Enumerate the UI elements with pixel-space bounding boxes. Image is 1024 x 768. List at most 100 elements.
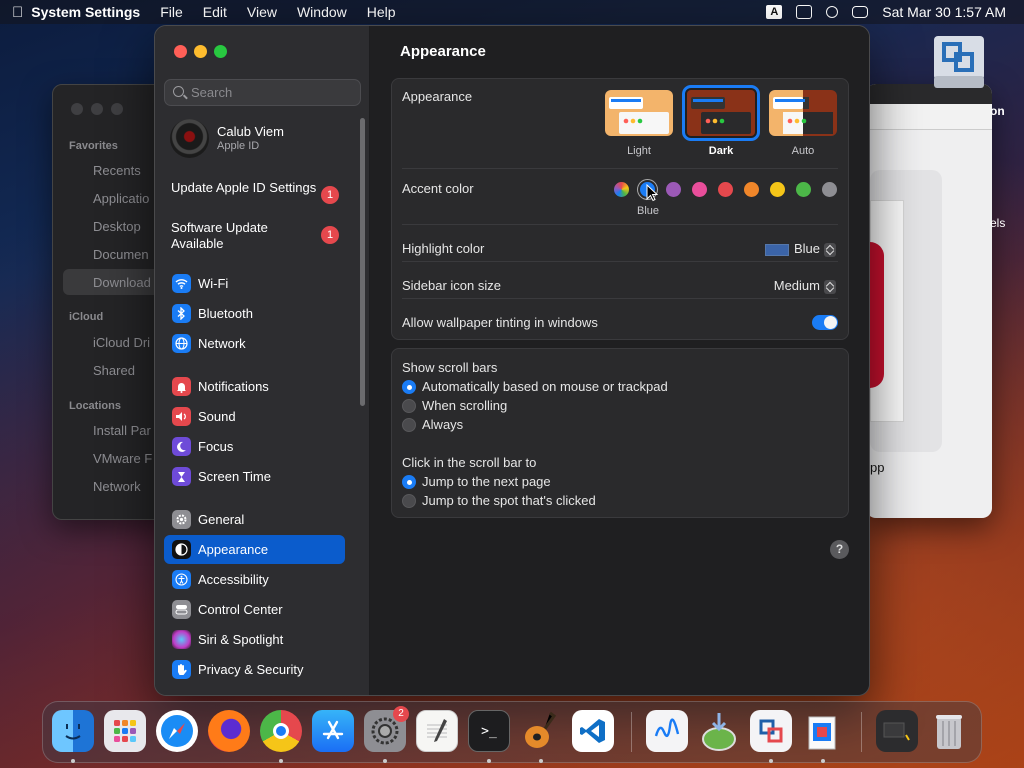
vmware-fusion-icon[interactable] [750, 710, 792, 752]
notice-badge: 1 [321, 186, 339, 204]
finder-item-icloud-drive[interactable]: iCloud Dri [93, 335, 150, 350]
sidebar-item-accessibility[interactable]: Accessibility [164, 565, 345, 594]
vmware-disk-icon[interactable] [932, 34, 986, 90]
downloads-stack-icon[interactable] [876, 710, 918, 752]
finder-close-button[interactable] [71, 103, 83, 115]
sidebar-icon-size-popup[interactable]: Medium [774, 278, 836, 294]
zoom-button[interactable] [214, 45, 227, 58]
spotlight-icon[interactable] [826, 6, 839, 18]
menu-help[interactable]: Help [367, 4, 396, 20]
sidebar-item-sound[interactable]: Sound [164, 402, 345, 431]
globe-icon [172, 334, 191, 353]
finder-item-downloads[interactable]: Download [93, 275, 151, 290]
finder-item-documents[interactable]: Documen [93, 247, 149, 262]
macos-installer-icon[interactable] [698, 710, 740, 752]
scroll-when-scrolling-radio[interactable] [402, 399, 416, 413]
scroll-auto-label[interactable]: Automatically based on mouse or trackpad [422, 379, 668, 394]
wifi-icon [172, 274, 191, 293]
scroll-auto-radio[interactable] [402, 380, 416, 394]
sidebar-item-general[interactable]: General [164, 505, 345, 534]
updown-chevron-icon [824, 242, 836, 257]
menu-file[interactable]: File [160, 4, 183, 20]
sidebar-scrollbar[interactable] [360, 118, 365, 406]
finder-item-desktop[interactable]: Desktop [93, 219, 141, 234]
sidebar-item-control-center[interactable]: Control Center [164, 595, 345, 624]
highlight-color-popup[interactable]: Blue [764, 241, 836, 257]
sidebar-item-wifi[interactable]: Wi-Fi [164, 269, 345, 298]
menubar-clock[interactable]: Sat Mar 30 1:57 AM [882, 4, 1006, 20]
control-center-icon[interactable] [852, 6, 869, 18]
jump-next-page-label[interactable]: Jump to the next page [422, 474, 551, 489]
appearance-auto-option[interactable] [769, 90, 837, 136]
sidebar-item-focus[interactable]: Focus [164, 432, 345, 461]
input-source-indicator[interactable]: A [766, 5, 783, 19]
menu-app-name[interactable]: System Settings [31, 4, 140, 20]
sidebar-item-siri-spotlight[interactable]: Siri & Spotlight [164, 625, 345, 654]
menu-window[interactable]: Window [297, 4, 347, 20]
accent-purple-swatch[interactable] [666, 182, 681, 197]
appearance-light-option[interactable] [605, 90, 673, 136]
jump-spot-clicked-radio[interactable] [402, 494, 416, 508]
appearance-dark-option[interactable] [682, 85, 760, 141]
accent-red-swatch[interactable] [718, 182, 733, 197]
background-window-toolbar [866, 104, 992, 130]
jump-spot-clicked-label[interactable]: Jump to the spot that's clicked [422, 493, 596, 508]
sidebar-item-notifications[interactable]: Notifications [164, 372, 345, 401]
firefox-icon[interactable] [208, 710, 250, 752]
finder-item-install[interactable]: Install Par [93, 423, 151, 438]
minimize-button[interactable] [194, 45, 207, 58]
vscode-icon[interactable] [572, 710, 614, 752]
sidebar-item-bluetooth[interactable]: Bluetooth [164, 299, 345, 328]
sidebar-item-privacy-security[interactable]: Privacy & Security [164, 655, 345, 684]
system-settings-window: Search Calub Viem Apple ID Update Apple … [154, 25, 870, 696]
avatar[interactable] [170, 119, 209, 158]
sidebar-item-label: Siri & Spotlight [198, 632, 284, 647]
software-update-notice[interactable]: Software Update Available [171, 220, 321, 252]
freeform-icon[interactable] [646, 710, 688, 752]
menu-edit[interactable]: Edit [203, 4, 227, 20]
finder-icon[interactable] [52, 710, 94, 752]
search-field[interactable]: Search [164, 79, 361, 106]
finder-zoom-button[interactable] [111, 103, 123, 115]
terminal-icon[interactable]: >_ [468, 710, 510, 752]
sidebar-item-network[interactable]: Network [164, 329, 345, 358]
chrome-icon[interactable] [260, 710, 302, 752]
finder-item-vmware[interactable]: VMware F [93, 451, 152, 466]
jump-next-page-radio[interactable] [402, 475, 416, 489]
accent-multicolor-swatch[interactable] [614, 182, 629, 197]
finder-item-recents[interactable]: Recents [93, 163, 141, 178]
garageband-icon[interactable] [520, 710, 562, 752]
accent-graphite-swatch[interactable] [822, 182, 837, 197]
help-button[interactable]: ? [830, 540, 849, 559]
sidebar-item-appearance[interactable]: Appearance [164, 535, 345, 564]
scroll-when-scrolling-label[interactable]: When scrolling [422, 398, 507, 413]
trash-icon[interactable] [928, 710, 970, 752]
scroll-always-radio[interactable] [402, 418, 416, 432]
accent-orange-swatch[interactable] [744, 182, 759, 197]
search-icon [173, 86, 184, 97]
finder-locations-header: Locations [69, 400, 121, 412]
screen-mirroring-icon[interactable] [796, 5, 813, 19]
wallpaper-tinting-toggle[interactable] [812, 315, 838, 330]
accent-pink-swatch[interactable] [692, 182, 707, 197]
launchpad-icon[interactable] [104, 710, 146, 752]
update-apple-id-notice[interactable]: Update Apple ID Settings [171, 180, 321, 196]
apple-id-label[interactable]: Apple ID [217, 140, 259, 152]
sidebar-item-screen-time[interactable]: Screen Time [164, 462, 345, 491]
finder-item-shared[interactable]: Shared [93, 363, 135, 378]
accent-green-swatch[interactable] [796, 182, 811, 197]
apple-icon[interactable]:  [12, 4, 23, 21]
menu-view[interactable]: View [247, 4, 277, 20]
finder-item-network[interactable]: Network [93, 479, 141, 494]
app-store-icon[interactable] [312, 710, 354, 752]
close-button[interactable] [174, 45, 187, 58]
scroll-always-label[interactable]: Always [422, 417, 463, 432]
safari-icon[interactable] [156, 710, 198, 752]
divider [402, 298, 838, 299]
preview-icon[interactable] [802, 710, 844, 752]
finder-minimize-button[interactable] [91, 103, 103, 115]
user-name[interactable]: Calub Viem [217, 124, 284, 139]
accent-yellow-swatch[interactable] [770, 182, 785, 197]
textedit-icon[interactable] [416, 710, 458, 752]
finder-item-applications[interactable]: Applicatio [93, 191, 149, 206]
